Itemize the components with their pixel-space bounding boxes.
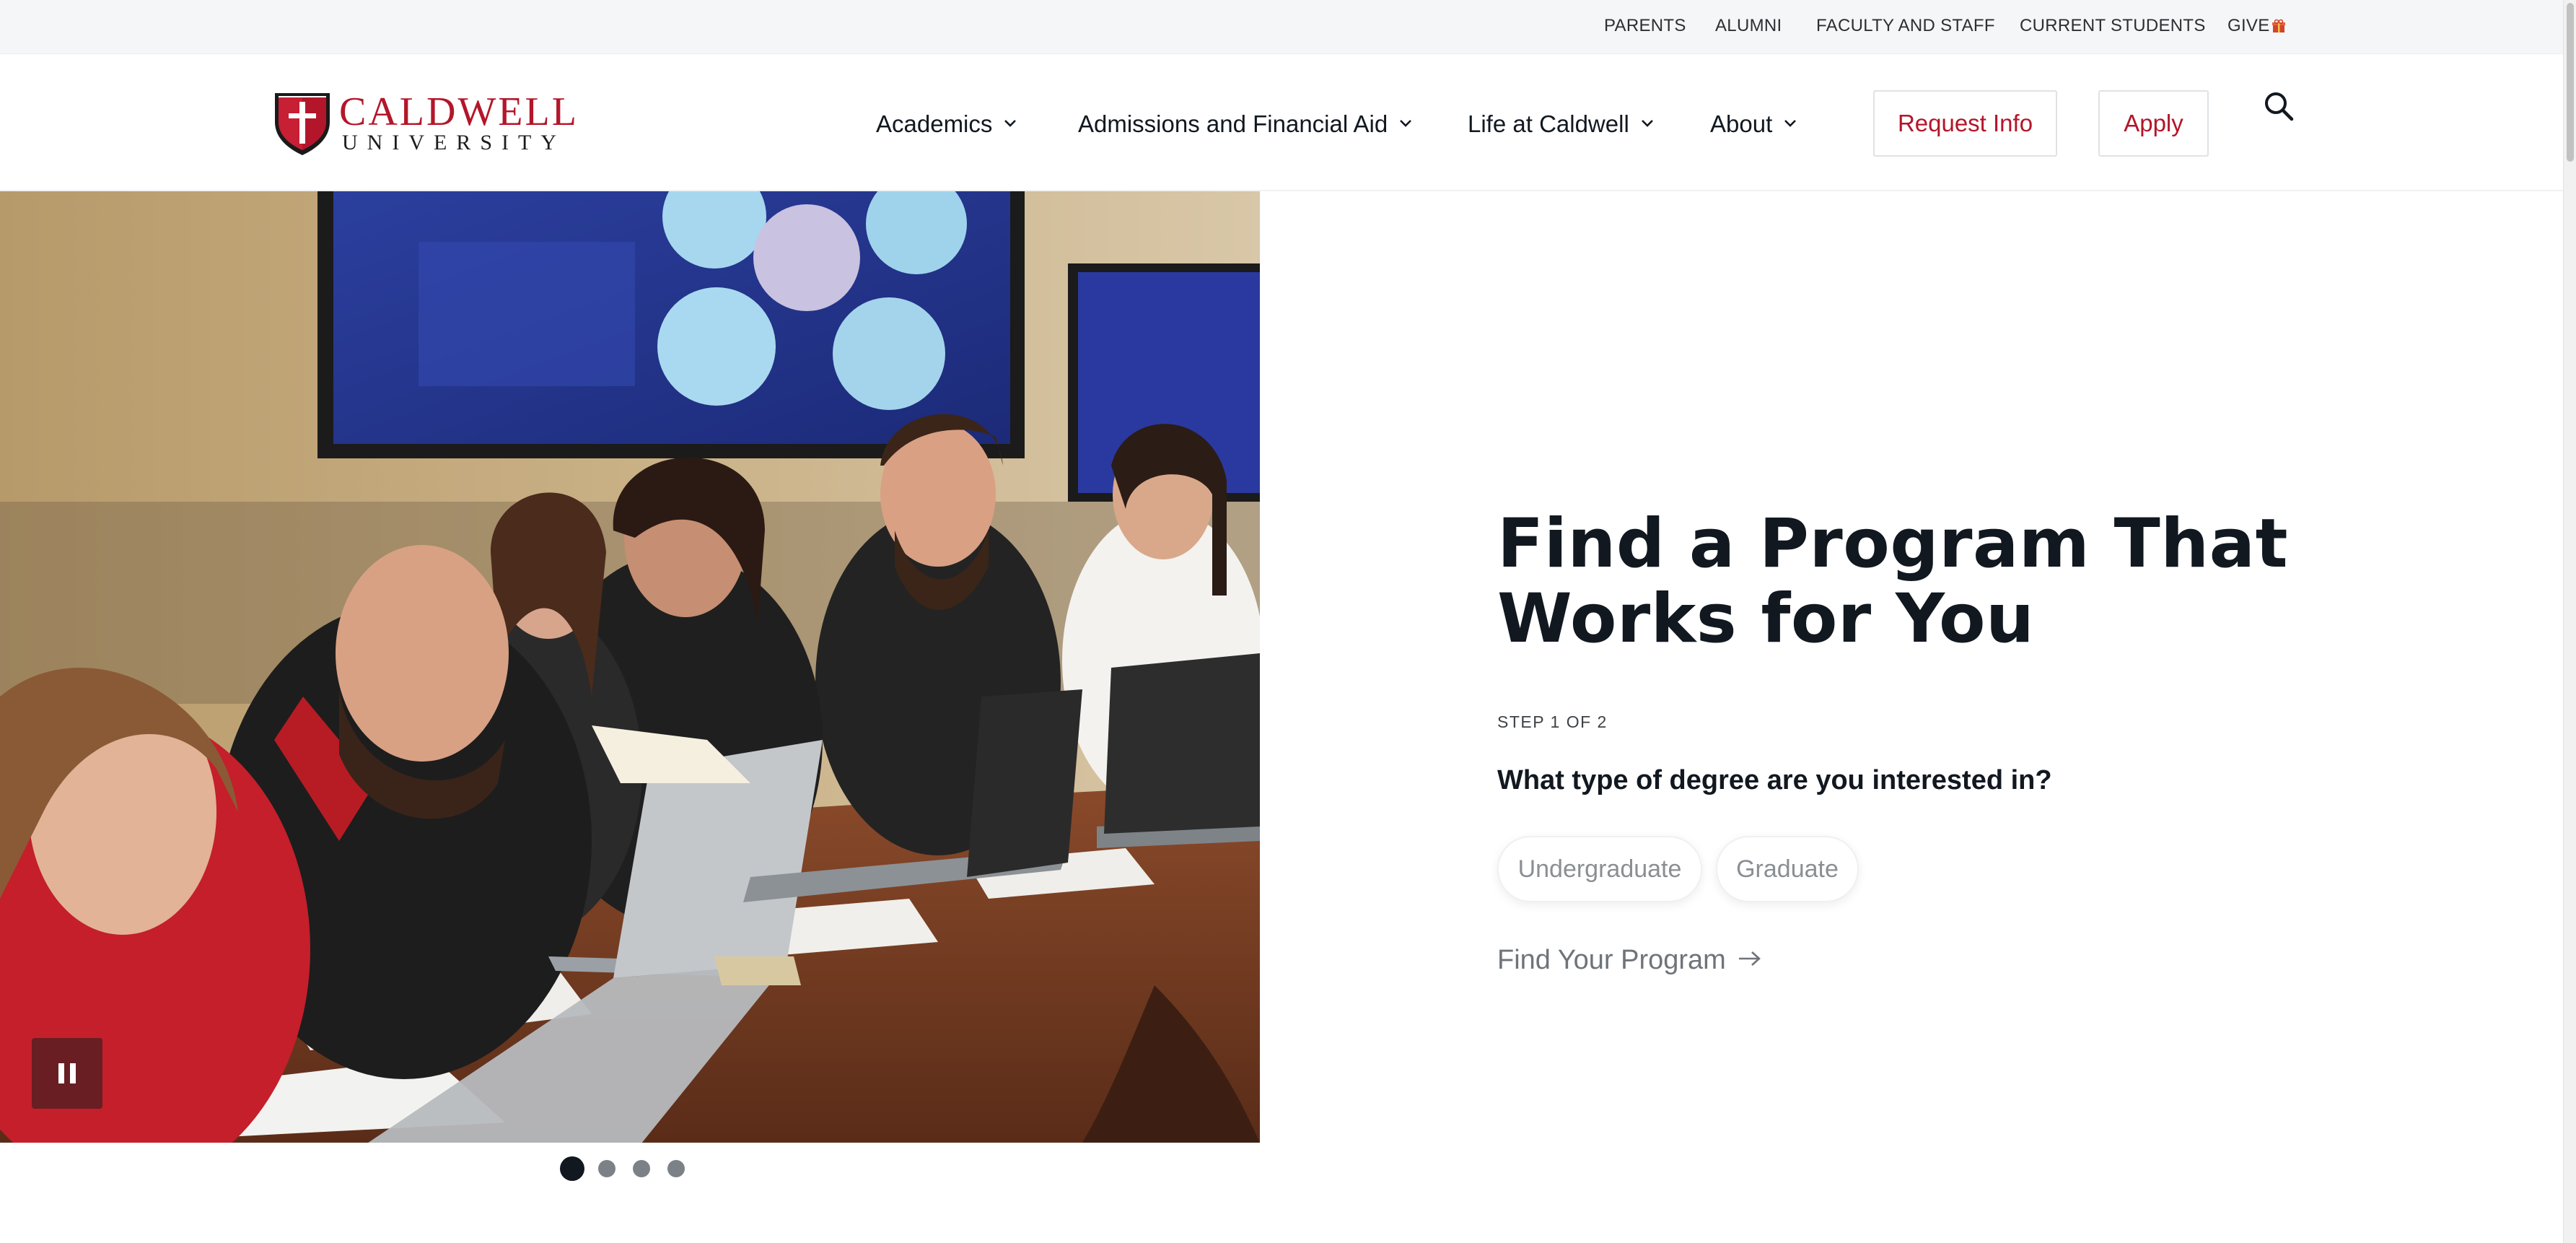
graduate-option[interactable]: Graduate <box>1716 836 1859 902</box>
apply-button[interactable]: Apply <box>2098 90 2209 157</box>
hero-slide-image <box>0 191 1260 1143</box>
utility-link-faculty-staff[interactable]: FACULTY AND STAFF <box>1816 16 1995 36</box>
undergraduate-option[interactable]: Undergraduate <box>1497 836 1702 902</box>
chevron-down-icon <box>1004 120 1017 127</box>
program-finder-title: Find a Program That Works for You <box>1497 505 2289 658</box>
utility-link-parents[interactable]: PARENTS <box>1604 16 1686 36</box>
utility-link-alumni[interactable]: ALUMNI <box>1715 16 1782 36</box>
scrollbar-thumb[interactable] <box>2567 3 2574 162</box>
logo-wordmark: CALDWELL <box>339 90 579 134</box>
nav-admissions[interactable]: Admissions and Financial Aid <box>1078 110 1412 138</box>
utility-bar: PARENTS ALUMNI FACULTY AND STAFF CURRENT… <box>0 0 2563 54</box>
shield-logo-icon <box>275 93 330 155</box>
degree-question: What type of degree are you interested i… <box>1497 765 2052 795</box>
students-classroom-photo <box>0 191 1260 1143</box>
pause-icon <box>58 1063 64 1083</box>
utility-link-current-students[interactable]: CURRENT STUDENTS <box>2020 16 2206 36</box>
nav-life-at-caldwell[interactable]: Life at Caldwell <box>1468 110 1654 138</box>
chevron-down-icon <box>1400 120 1412 127</box>
carousel-dot-3[interactable] <box>633 1160 650 1177</box>
arrow-right-icon <box>1738 951 1761 966</box>
find-your-program-link[interactable]: Find Your Program <box>1497 943 1762 977</box>
nav-academics[interactable]: Academics <box>876 110 1017 138</box>
utility-link-give[interactable]: GIVE <box>2227 16 2286 36</box>
pause-slideshow-button[interactable] <box>32 1038 102 1109</box>
pause-icon-bar <box>70 1063 76 1083</box>
nav-about[interactable]: About <box>1710 110 1797 138</box>
request-info-button[interactable]: Request Info <box>1873 90 2057 157</box>
search-icon[interactable] <box>2261 89 2296 123</box>
site-header: CALDWELL UNIVERSITY Academics Admissions… <box>0 54 2563 191</box>
carousel-dot-2[interactable] <box>598 1160 615 1177</box>
carousel-dot-4[interactable] <box>667 1160 685 1177</box>
caldwell-logo[interactable]: CALDWELL UNIVERSITY <box>273 90 577 157</box>
nav-admissions-label: Admissions and Financial Aid <box>1078 110 1388 137</box>
page-scrollbar[interactable] <box>2563 0 2576 1243</box>
find-your-program-label: Find Your Program <box>1497 945 1726 975</box>
chevron-down-icon <box>1784 120 1797 127</box>
nav-academics-label: Academics <box>876 110 993 137</box>
give-label: GIVE <box>2227 16 2270 35</box>
nav-about-label: About <box>1710 110 1773 137</box>
step-indicator: STEP 1 OF 2 <box>1497 712 1608 731</box>
nav-life-label: Life at Caldwell <box>1468 110 1629 137</box>
chevron-down-icon <box>1641 120 1653 127</box>
gift-icon <box>2271 19 2285 32</box>
logo-subtitle: UNIVERSITY <box>342 131 566 154</box>
carousel-dot-1[interactable] <box>560 1156 584 1181</box>
